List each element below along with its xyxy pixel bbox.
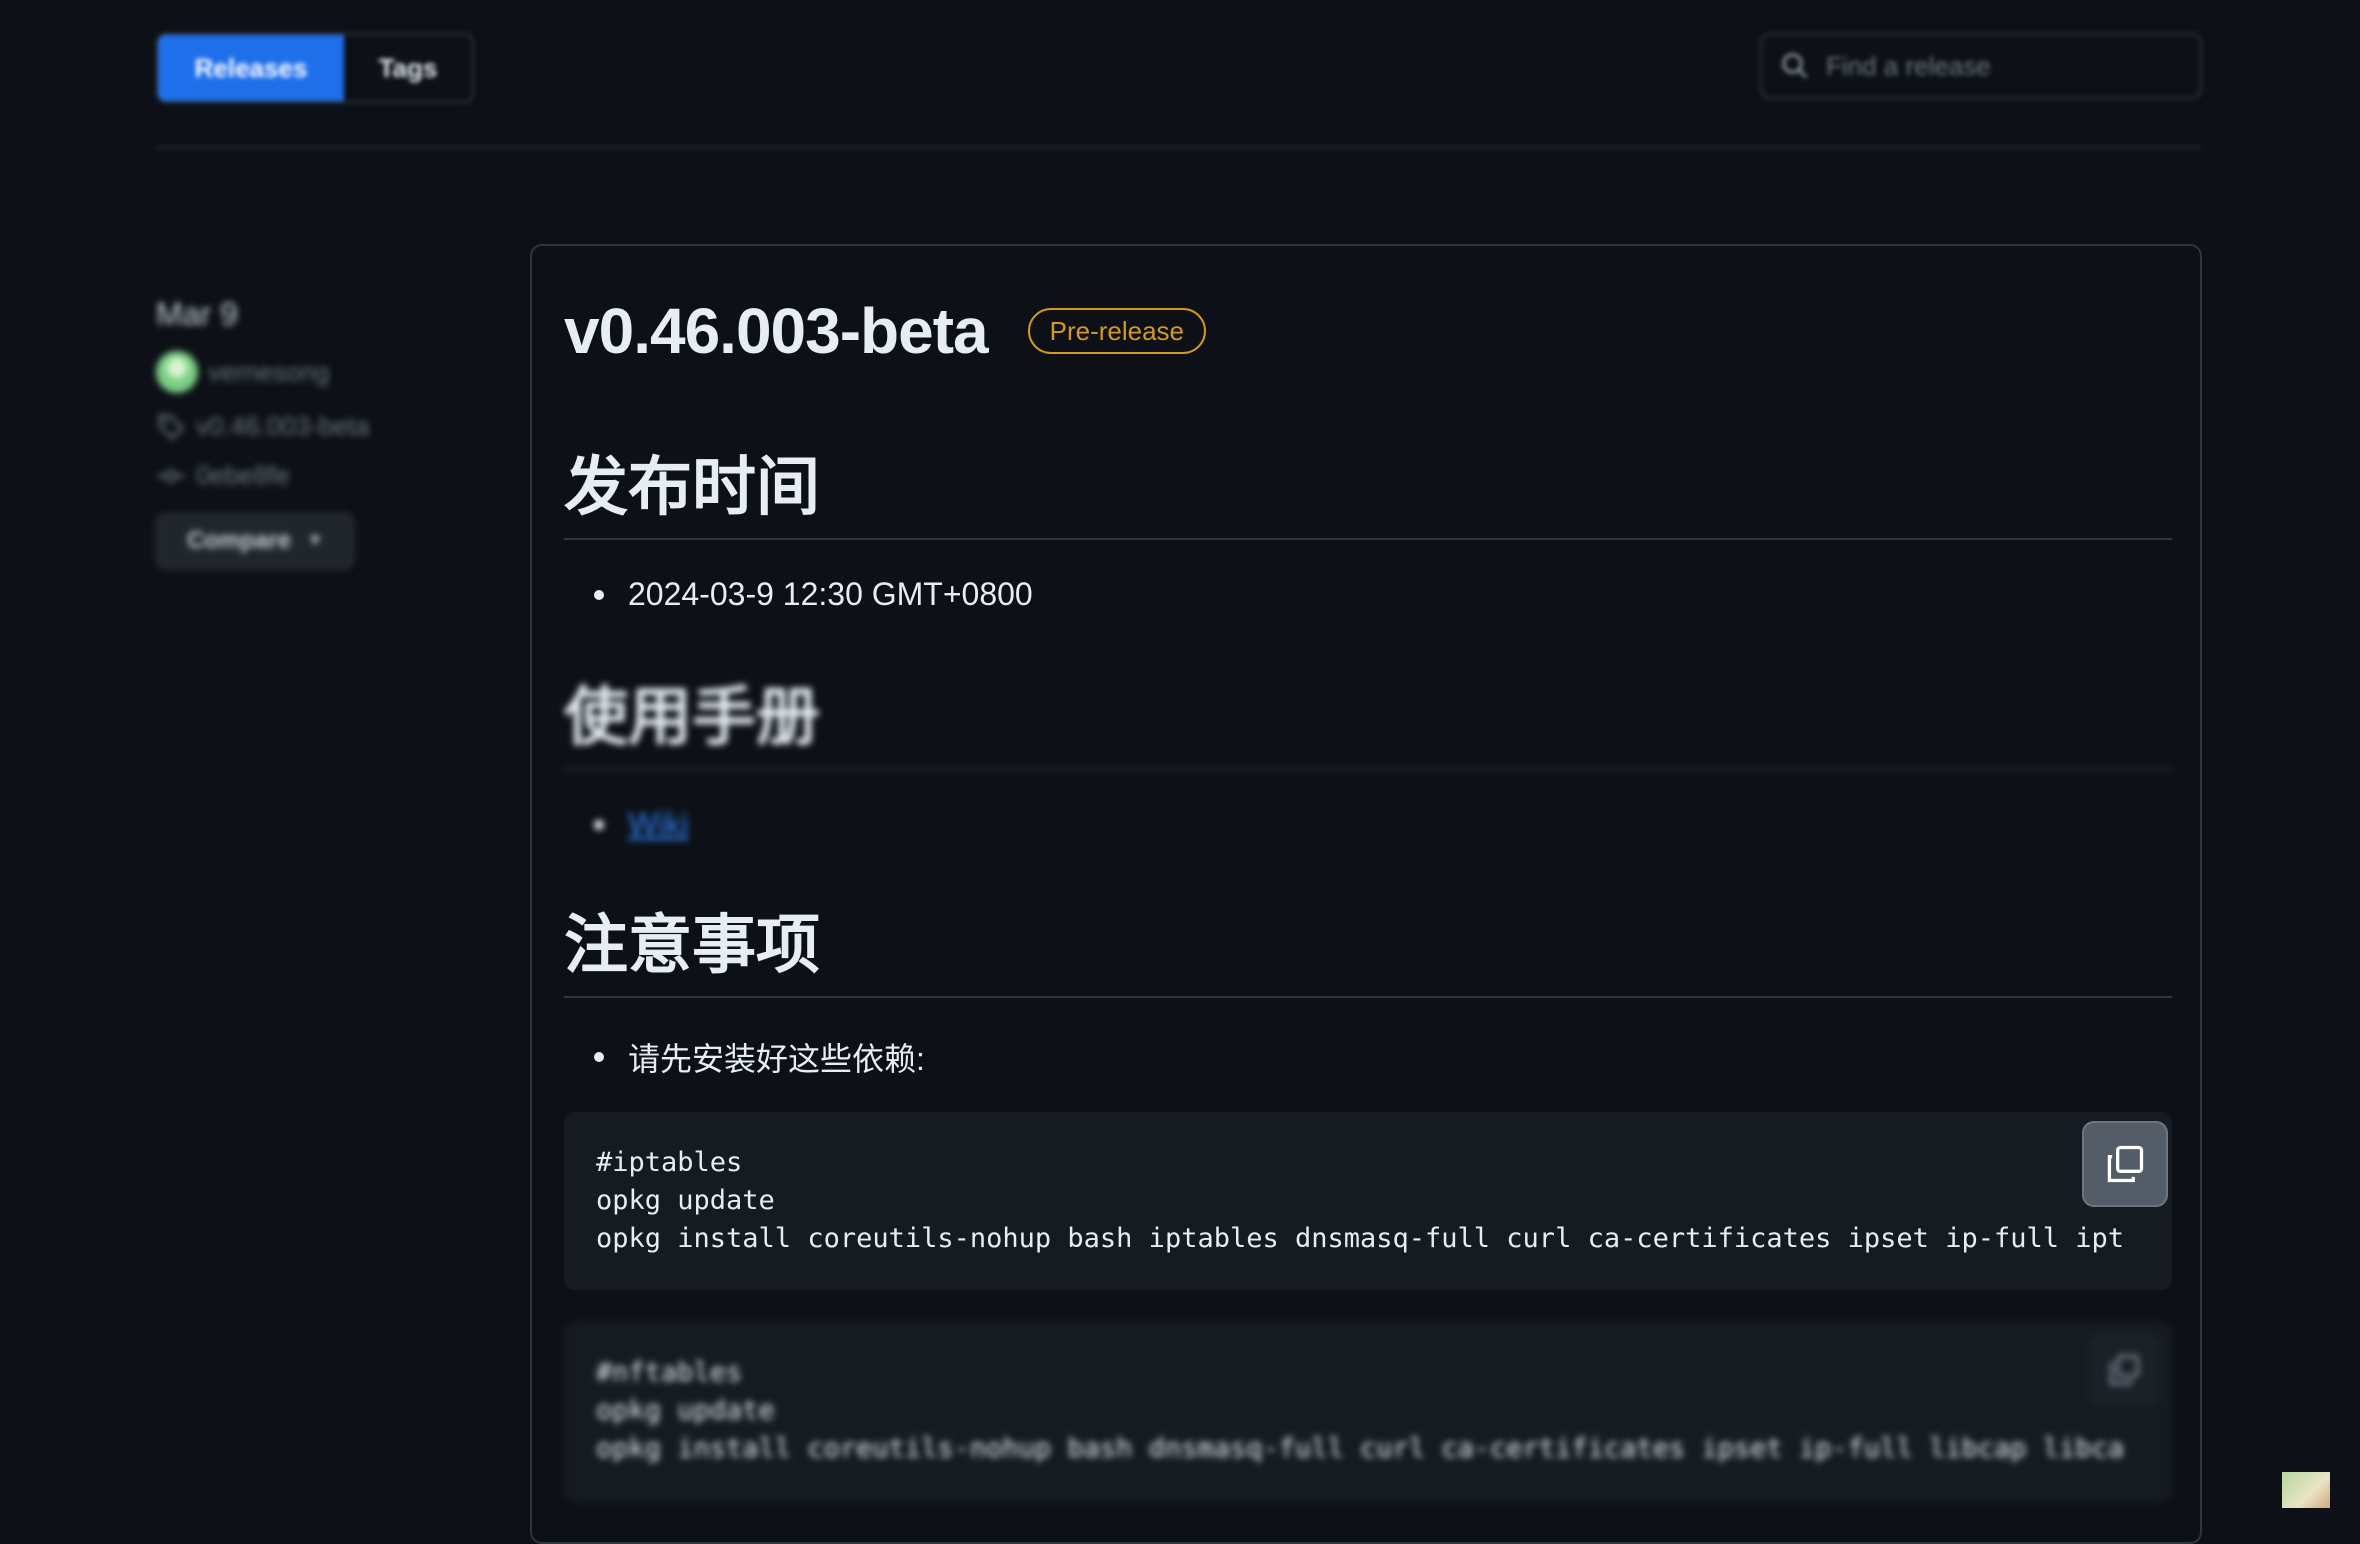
bullet-icon bbox=[594, 589, 604, 600]
code-line: #iptables bbox=[596, 1147, 743, 1178]
heading-publish-time: 发布时间 bbox=[564, 451, 820, 525]
code-block-iptables[interactable]: #iptables opkg update opkg install coreu… bbox=[564, 1112, 2172, 1290]
commit-icon bbox=[157, 469, 185, 482]
compare-label: Compare bbox=[187, 527, 292, 554]
prerelease-badge: Pre-release bbox=[1027, 308, 1207, 354]
heading-notes: 注意事项 bbox=[564, 909, 820, 983]
heading-divider bbox=[564, 996, 2172, 998]
tab-tags[interactable]: Tags bbox=[344, 35, 472, 101]
commit-row[interactable]: 0ebe8fe bbox=[156, 460, 476, 491]
heading-manual: 使用手册 bbox=[564, 681, 820, 755]
tag-icon bbox=[158, 414, 185, 440]
release-toolbar: Releases Tags Find a release bbox=[156, 33, 2202, 103]
code-line: opkg update bbox=[596, 1185, 775, 1216]
tab-releases[interactable]: Releases bbox=[158, 35, 344, 101]
code-block-nftables[interactable]: #nftables opkg update opkg install coreu… bbox=[564, 1322, 2172, 1502]
list-item: 请先安装好这些依赖: bbox=[564, 1034, 925, 1080]
heading-divider bbox=[564, 538, 2172, 540]
copy-icon bbox=[2107, 1145, 2144, 1183]
release-card: v0.46.003-beta Pre-release 发布时间 2024-03-… bbox=[530, 244, 2202, 1544]
copy-button[interactable] bbox=[2088, 1334, 2160, 1406]
chevron-down-icon: ▼ bbox=[307, 532, 323, 549]
commit-hash[interactable]: 0ebe8fe bbox=[196, 460, 290, 491]
list-item: Wiki bbox=[564, 806, 688, 843]
search-placeholder: Find a release bbox=[1826, 50, 1991, 81]
code-line: opkg update bbox=[596, 1395, 775, 1426]
compare-button[interactable]: Compare ▼ bbox=[156, 513, 354, 569]
toolbar-divider bbox=[156, 146, 2202, 149]
heading-divider bbox=[564, 768, 2172, 770]
search-icon bbox=[1782, 53, 1808, 79]
release-meta: Mar 9 vernesong v0.46.003-beta 0ebe8fe C… bbox=[156, 296, 476, 569]
wiki-link[interactable]: Wiki bbox=[628, 806, 688, 843]
tag-name[interactable]: v0.46.003-beta bbox=[196, 411, 369, 442]
bullet-icon bbox=[594, 819, 604, 830]
release-title[interactable]: v0.46.003-beta bbox=[564, 294, 989, 368]
publish-time-value: 2024-03-9 12:30 GMT+0800 bbox=[628, 576, 1033, 612]
copy-button[interactable] bbox=[2082, 1121, 2168, 1207]
author-name[interactable]: vernesong bbox=[208, 357, 329, 388]
bullet-icon bbox=[594, 1052, 604, 1062]
find-release-input[interactable]: Find a release bbox=[1760, 33, 2202, 99]
tag-row[interactable]: v0.46.003-beta bbox=[156, 411, 476, 442]
copy-icon bbox=[2109, 1355, 2139, 1385]
releases-tags-switch: Releases Tags bbox=[156, 33, 474, 103]
release-date: Mar 9 bbox=[156, 296, 238, 332]
corner-thumbnail bbox=[2282, 1472, 2330, 1508]
code-line: opkg install coreutils-nohup bash iptabl… bbox=[596, 1223, 2125, 1254]
code-line: opkg install coreutils-nohup bash dnsmas… bbox=[596, 1433, 2125, 1464]
author-row[interactable]: vernesong bbox=[156, 351, 476, 393]
avatar[interactable] bbox=[156, 351, 198, 393]
dependency-note: 请先安装好这些依赖: bbox=[628, 1041, 925, 1077]
list-item: 2024-03-9 12:30 GMT+0800 bbox=[564, 576, 1033, 613]
code-line: #nftables bbox=[596, 1357, 743, 1388]
